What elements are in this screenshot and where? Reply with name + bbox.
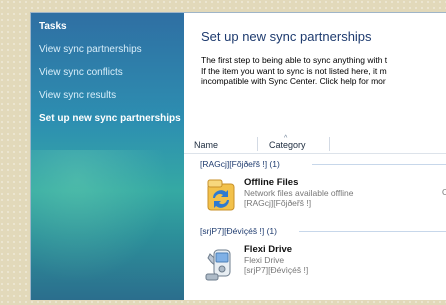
column-header-category[interactable]: Category <box>269 140 306 150</box>
item-category: [RAGcj][Fõjðeřš !] <box>244 198 312 208</box>
sidebar-item-view-sync-partnerships[interactable]: View sync partnerships <box>39 44 142 55</box>
column-separator[interactable] <box>329 137 330 151</box>
group-header[interactable]: [RAGcj][Fõjðeřš !] (1) <box>200 159 280 169</box>
task-pane: Tasks View sync partnerships View sync c… <box>31 13 184 300</box>
offline-files-icon <box>207 179 235 211</box>
list-item-offline-files[interactable]: Offline Files Network files available of… <box>202 177 446 221</box>
column-separator[interactable] <box>257 137 258 151</box>
page-description: The first step to being able to sync any… <box>201 55 387 87</box>
content-pane: Set up new sync partnerships The first s… <box>184 13 446 300</box>
item-name: Offline Files <box>244 177 299 188</box>
description-line-3: incompatible with Sync Center. Click hel… <box>201 76 386 86</box>
list-item-flexi-drive[interactable]: Flexi Drive Flexi Drive [srjP7][Ðévìçéš … <box>202 244 432 288</box>
item-description: Flexi Drive <box>244 255 285 265</box>
page-title: Set up new sync partnerships <box>201 29 372 44</box>
sync-center-window: Tasks View sync partnerships View sync c… <box>30 12 446 300</box>
item-category: [srjP7][Ðévìçéš !] <box>244 265 309 275</box>
tasks-heading: Tasks <box>39 21 67 32</box>
item-description: Network files available offline <box>244 188 354 198</box>
group-header[interactable]: [srjP7][Ðévìçéš !] (1) <box>200 226 277 236</box>
sidebar-item-view-sync-conflicts[interactable]: View sync conflicts <box>39 67 123 78</box>
description-line-2: If the item you want to sync is not list… <box>201 65 387 76</box>
phone-device-icon <box>205 249 231 281</box>
sidebar-item-set-up-new-sync-partnerships[interactable]: Set up new sync partnerships <box>39 113 181 124</box>
column-header-name[interactable]: Name <box>194 140 218 150</box>
item-status: Of <box>442 187 446 197</box>
sidebar-item-view-sync-results[interactable]: View sync results <box>39 90 116 101</box>
group-divider <box>299 231 446 232</box>
description-line-1: The first step to being able to sync any… <box>201 55 388 65</box>
item-name: Flexi Drive <box>244 244 293 255</box>
group-divider <box>312 164 446 165</box>
column-header-row: Name ^ Category <box>184 135 446 154</box>
